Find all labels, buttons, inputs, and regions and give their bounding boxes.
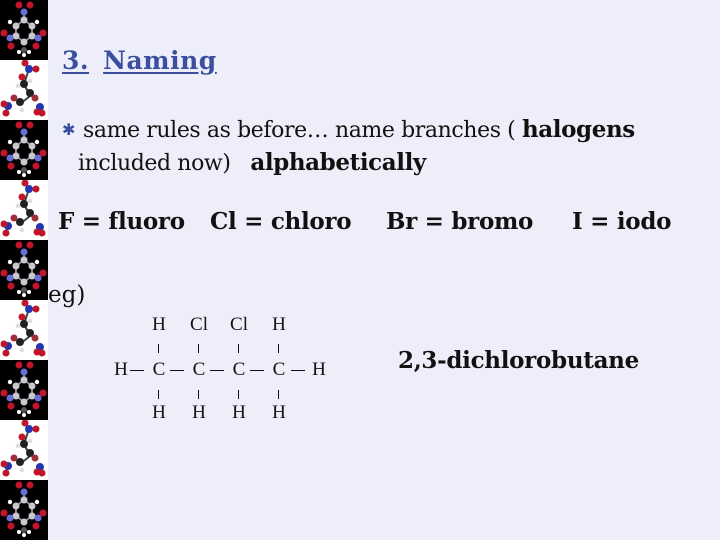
bottom-atom-4: H: [272, 402, 286, 423]
nitroglycerin-molecule-icon: [0, 60, 48, 120]
tnt-molecule-icon: [0, 360, 48, 420]
tnt-molecule-icon: [0, 480, 48, 540]
structural-formula: H Cl Cl H H C C C C H H H H H: [108, 306, 358, 426]
bond-vertical: [278, 390, 279, 399]
right-end-atom: H: [312, 359, 326, 380]
bullet-bold-halogens: halogens: [521, 116, 635, 143]
bond-horizontal: [210, 370, 224, 371]
left-end-atom: H: [114, 359, 128, 380]
backbone-carbon-3: C: [232, 359, 246, 380]
bullet-bold-alphabetically: alphabetically: [250, 149, 426, 176]
bullet-text-2: included now): [78, 151, 231, 176]
halogen-chloro: Cl = chloro: [210, 208, 352, 235]
slide-title: 3. Naming: [62, 46, 217, 75]
top-atom-2: Cl: [190, 314, 208, 335]
bond-horizontal: [291, 370, 305, 371]
title-number: 3.: [62, 46, 90, 75]
nitroglycerin-molecule-icon: [0, 420, 48, 480]
top-atom-3: Cl: [230, 314, 248, 335]
molecule-image-strip: [0, 0, 48, 540]
backbone-carbon-1: C: [152, 359, 166, 380]
bond-vertical: [158, 344, 159, 353]
tnt-molecule-icon: [0, 240, 48, 300]
top-atom-1: H: [152, 314, 166, 335]
bond-vertical: [158, 390, 159, 399]
tnt-molecule-icon: [0, 0, 48, 60]
halogen-fluoro: F = fluoro: [58, 208, 185, 235]
bullet-point: ✱ same rules as before… name branches ( h…: [62, 114, 635, 180]
title-text: Naming: [103, 46, 217, 75]
bond-horizontal: [170, 370, 184, 371]
backbone-carbon-2: C: [192, 359, 206, 380]
top-atom-4: H: [272, 314, 286, 335]
bond-horizontal: [130, 370, 144, 371]
tnt-molecule-icon: [0, 120, 48, 180]
nitroglycerin-molecule-icon: [0, 300, 48, 360]
bond-vertical: [198, 344, 199, 353]
bottom-atom-2: H: [192, 402, 206, 423]
bond-vertical: [278, 344, 279, 353]
bottom-atom-1: H: [152, 402, 166, 423]
compound-name: 2,3-dichlorobutane: [398, 347, 639, 374]
bond-vertical: [198, 390, 199, 399]
bottom-atom-3: H: [232, 402, 246, 423]
backbone-carbon-4: C: [272, 359, 286, 380]
bond-horizontal: [250, 370, 264, 371]
bond-vertical: [238, 390, 239, 399]
halogen-iodo: I = iodo: [572, 208, 672, 235]
star-bullet-icon: ✱: [62, 120, 76, 139]
example-label: eg): [48, 282, 86, 308]
bullet-text-1: same rules as before… name branches (: [83, 118, 522, 143]
halogen-bromo: Br = bromo: [386, 208, 534, 235]
nitroglycerin-molecule-icon: [0, 180, 48, 240]
bond-vertical: [238, 344, 239, 353]
